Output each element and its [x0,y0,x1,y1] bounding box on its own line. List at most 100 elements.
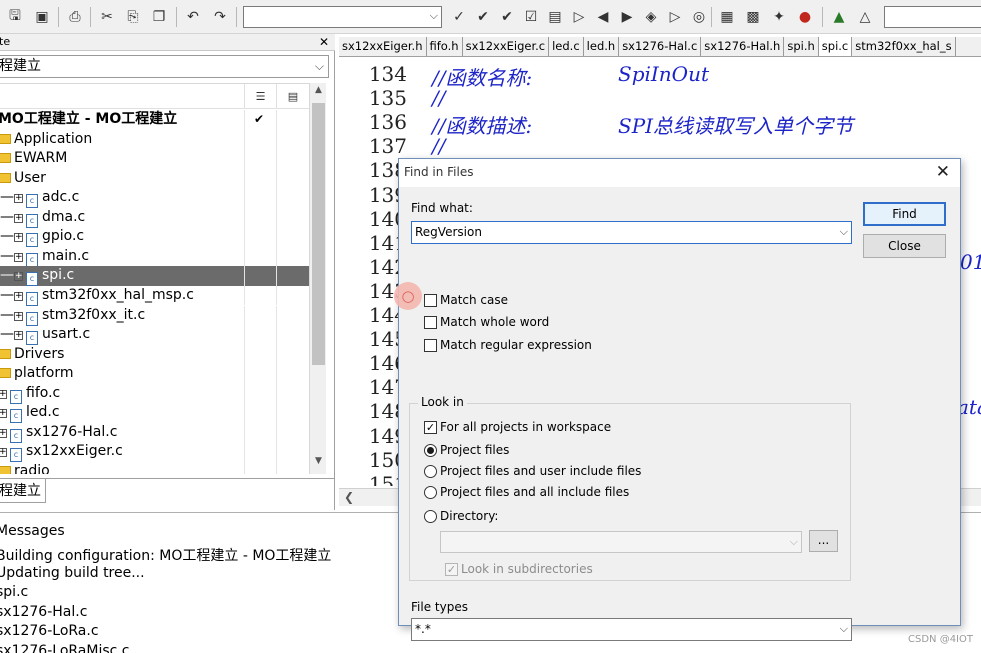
expand-icon[interactable]: + [0,389,7,399]
goto-icon[interactable]: ◎ [690,8,708,26]
files-icon[interactable]: ☰ [244,84,276,108]
run-icon[interactable]: △ [856,8,874,26]
save-all-icon[interactable]: ▣ [33,8,51,26]
incremental-find-icon[interactable]: ▷ [666,8,684,26]
expand-icon[interactable]: + [0,409,7,419]
tree-folder[interactable]: platform [0,364,309,384]
expand-icon[interactable]: + [14,213,23,223]
stop-icon[interactable]: ● [796,8,814,26]
copy-icon[interactable]: ⎘ [124,8,142,26]
debug-start-icon[interactable]: ▲ [830,8,848,26]
expand-icon[interactable]: + [0,448,7,458]
find-in-files-icon[interactable]: ◈ [642,8,660,26]
expand-icon[interactable]: + [14,272,23,282]
expand-icon[interactable]: + [0,428,7,438]
uncomment-icon[interactable]: ▶ [618,8,636,26]
print-icon[interactable]: ⎙ [66,8,84,26]
tree-file[interactable]: —+ c gpio.c [0,227,309,248]
close-icon[interactable]: ✕ [936,162,950,182]
message-line[interactable]: spi.c [0,584,28,600]
quick-search-combo[interactable]: ⌵ [243,6,442,28]
editor-tab[interactable]: stm32f0xx_hal_s [852,37,956,56]
editor-tab[interactable]: sx12xxEiger.c [463,37,550,56]
tree-file[interactable]: —+ c dma.c [0,207,309,228]
expand-icon[interactable]: + [14,194,23,204]
editor-tab[interactable]: led.h [584,37,620,56]
scope-directory-radio[interactable] [424,510,437,523]
expand-icon[interactable]: + [14,331,23,341]
undo-icon[interactable]: ↶ [184,8,202,26]
tree-file[interactable]: —+ c stm32f0xx_it.c [0,305,309,326]
scroll-thumb[interactable] [312,103,325,365]
tree-folder[interactable]: Drivers [0,344,309,365]
editor-tab[interactable]: sx12xxEiger.h [339,37,427,56]
bookmark-toggle-icon[interactable]: ✓ [450,8,468,26]
tree-file[interactable]: +c sx12xxEiger.c [0,442,309,463]
chevron-down-icon[interactable]: ⌵ [430,9,438,23]
scroll-up-icon[interactable]: ▲ [312,85,325,101]
scope-project-files-radio[interactable] [424,444,437,457]
outdent-icon[interactable]: ▷ [570,8,588,26]
find-what-input[interactable]: RegVersion ⌵ [411,221,852,244]
tree-folder[interactable]: EWARM [0,149,309,169]
match-whole-word-checkbox[interactable] [424,316,437,329]
bookmark-clear-icon[interactable]: ☑ [522,8,540,26]
close-button[interactable]: Close [863,234,946,258]
editor-tab[interactable]: led.c [549,37,584,56]
comment-icon[interactable]: ◀ [594,8,612,26]
scope-all-include-radio[interactable] [424,486,437,499]
tree-file[interactable]: —+ c stm32f0xx_hal_msp.c [0,285,309,306]
tree-file[interactable]: +c led.c [0,403,309,424]
paste-icon[interactable]: ❐ [150,8,168,26]
expand-icon[interactable]: + [14,233,23,243]
tree-scrollbar[interactable]: ▲ ▼ [309,83,326,474]
cut-icon[interactable]: ✂ [98,8,116,26]
window-icon[interactable]: ▦ [718,8,736,26]
config-icon[interactable]: ▩ [744,8,762,26]
bookmark-prev-icon[interactable]: ✔ [474,8,492,26]
tree-file[interactable]: +c fifo.c [0,383,309,404]
options-icon[interactable]: ▤ [276,84,309,108]
editor-tab[interactable]: sx1276-Hal.c [619,37,702,56]
save-icon[interactable]: 🖫 [6,8,24,26]
compile-icon[interactable]: ✦ [770,8,788,26]
redo-icon[interactable]: ↷ [211,8,229,26]
message-line[interactable]: sx1276-Hal.c [0,604,87,620]
find-button[interactable]: Find [863,202,946,226]
editor-tab[interactable]: spi.c [818,37,853,56]
workspace-tab[interactable]: 程建立 [0,479,46,503]
tree-file[interactable]: —+ c spi.c [0,266,309,287]
tree-file[interactable]: +c sx1276-Hal.c [0,422,309,443]
match-regex-checkbox[interactable] [424,339,437,352]
editor-tab[interactable]: sx1276-Hal.h [701,37,785,56]
message-line[interactable]: sx1276-LoRaMisc.c [0,643,130,653]
message-line[interactable]: Updating build tree... [0,565,145,581]
message-line[interactable]: Building configuration: MO工程建立 - MO工程建立 [0,545,331,565]
tree-folder[interactable]: Application [0,129,309,150]
tree-file[interactable]: —+ c main.c [0,246,309,267]
tree-folder[interactable]: User [0,168,309,189]
editor-tab[interactable]: spi.h [784,37,819,56]
bookmark-next-icon[interactable]: ✔ [498,8,516,26]
chevron-down-icon[interactable]: ⌵ [315,56,324,77]
expand-icon[interactable]: + [14,291,23,301]
match-case-checkbox[interactable] [424,294,437,307]
tree-file[interactable]: —+ c usart.c [0,325,309,346]
editor-tab[interactable]: fifo.h [427,37,463,56]
scroll-down-icon[interactable]: ▼ [312,456,325,472]
close-icon[interactable]: ✕ [319,34,329,50]
tree-folder[interactable]: radio [0,461,309,474]
expand-icon[interactable]: + [14,252,23,262]
scroll-left-icon[interactable]: ❮ [344,490,354,504]
browse-button[interactable]: ... [809,530,838,552]
tree-root[interactable]: MO工程建立 - MO工程建立 ✔ [0,110,309,130]
all-projects-checkbox[interactable]: ✓ [424,421,437,434]
workspace-combo[interactable]: 程建立 ⌵ [0,55,329,78]
config-combo[interactable] [884,6,981,28]
indent-icon[interactable]: ▤ [546,8,564,26]
file-types-input[interactable]: *.* ⌵ [411,618,852,641]
chevron-down-icon[interactable]: ⌵ [840,222,848,242]
tree-file[interactable]: —+ c adc.c [0,188,309,209]
chevron-down-icon[interactable]: ⌵ [840,619,848,639]
scope-user-include-radio[interactable] [424,465,437,478]
